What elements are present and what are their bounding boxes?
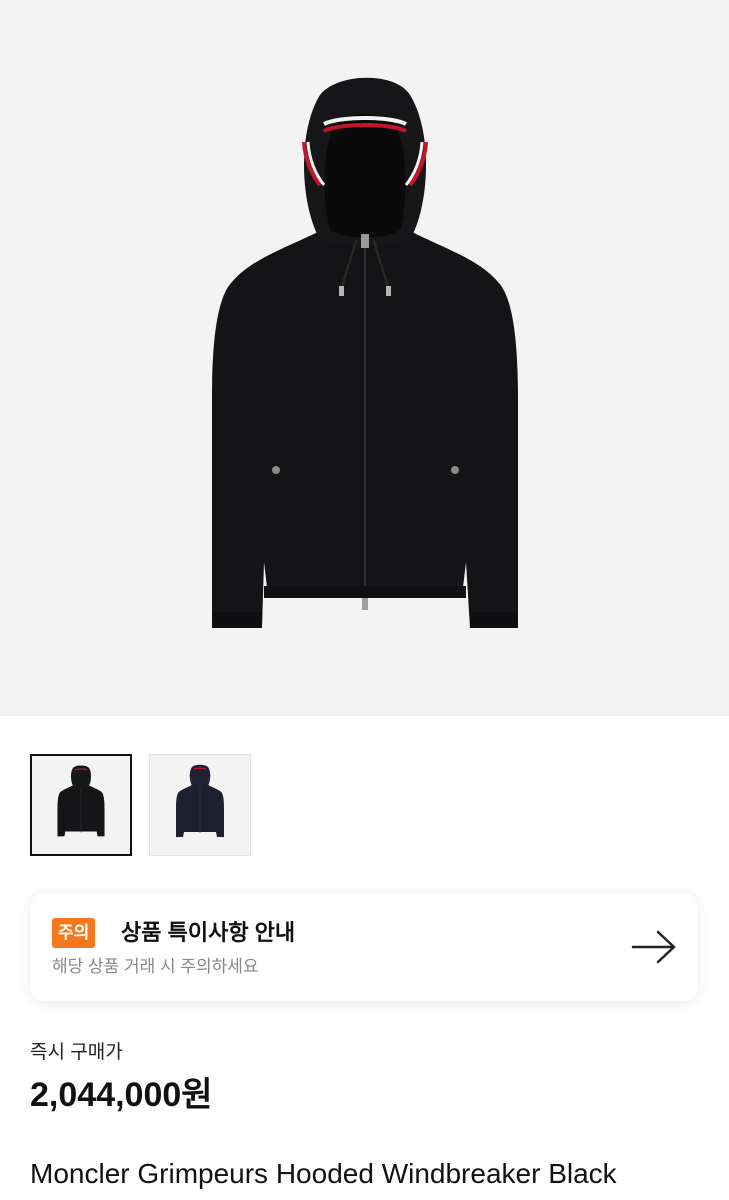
thumbnail-black[interactable] [30, 754, 132, 856]
thumbnail-jacket-black [57, 765, 105, 837]
instant-buy-price-label: 즉시 구매가 [30, 1042, 123, 1063]
instant-buy-price: 2,044,000원 [30, 1076, 213, 1114]
notice-subtitle: 해당 상품 거래 시 주의하세요 [52, 957, 259, 976]
thumbnail-navy[interactable] [149, 754, 251, 856]
notice-title: 상품 특이사항 안내 [121, 920, 296, 945]
product-notice-card[interactable]: 주의 상품 특이사항 안내 해당 상품 거래 시 주의하세요 [30, 893, 698, 1001]
arrow-right-icon[interactable] [630, 927, 678, 967]
jacket-illustration [212, 77, 518, 628]
product-name: Moncler Grimpeurs Hooded Windbreaker Bla… [30, 1158, 617, 1189]
thumbnail-jacket-navy [176, 764, 224, 837]
caution-badge: 주의 [52, 918, 96, 948]
product-main-image[interactable] [0, 0, 729, 716]
